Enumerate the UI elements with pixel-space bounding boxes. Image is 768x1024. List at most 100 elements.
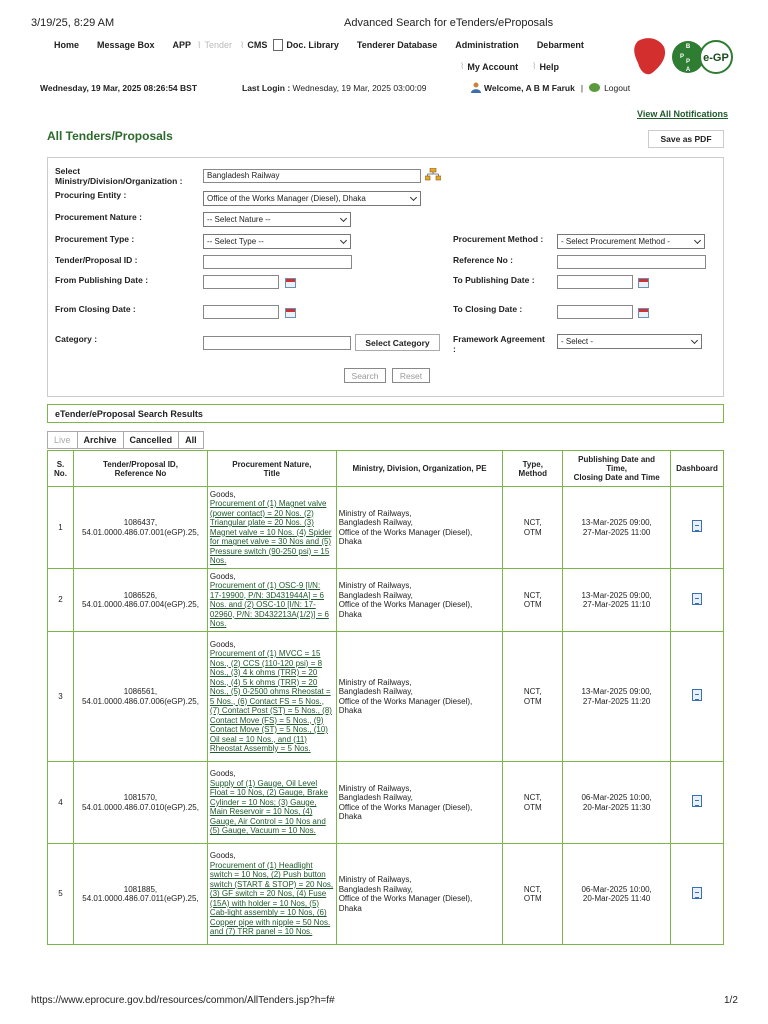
tender-title-link[interactable]: Procurement of (1) MVCC = 15 Nos., (2) C… xyxy=(210,649,334,754)
tender-title-link[interactable]: Procurement of (1) OSC-9 [I/N: 17-19900,… xyxy=(210,581,334,629)
framework-agreement-select[interactable]: - Select - xyxy=(557,334,702,349)
current-datetime: Wednesday, 19 Mar, 2025 08:26:54 BST xyxy=(40,83,198,93)
procurement-method-select[interactable]: - Select Procurement Method - xyxy=(557,234,705,249)
row-sno: 1 xyxy=(47,486,74,569)
from-closing-date-input[interactable] xyxy=(203,305,279,319)
nav-administration[interactable]: Administration xyxy=(455,40,519,50)
tab-live[interactable]: Live xyxy=(47,431,77,449)
table-row: 3 1086561, 54.01.0000.486.07.006(eGP).25,… xyxy=(47,631,724,762)
tender-id-input[interactable] xyxy=(203,255,352,269)
from-publishing-date-input[interactable] xyxy=(203,275,279,289)
tender-title-link[interactable]: Supply of (1) Gauge, Oil Level Float = 1… xyxy=(210,779,334,836)
nav-my-account[interactable]: ⌇ My Account xyxy=(460,61,518,72)
reset-button[interactable]: Reset xyxy=(392,368,430,383)
to-publishing-date-label: To Publishing Date : xyxy=(453,275,535,285)
nav-message-box[interactable]: Message Box xyxy=(97,40,155,50)
svg-text:P: P xyxy=(680,54,684,60)
procurement-type-value: -- Select Type -- xyxy=(207,237,264,246)
method-label: Procurement Method : xyxy=(453,234,544,244)
svg-text:B: B xyxy=(686,44,691,50)
dashboard-icon[interactable] xyxy=(692,592,702,605)
nav-tenderer-database[interactable]: Tenderer Database xyxy=(357,40,437,50)
print-title: Advanced Search for eTenders/eProposals xyxy=(344,17,554,29)
organization-tree-icon[interactable] xyxy=(425,168,441,181)
category-input[interactable] xyxy=(203,336,351,350)
print-date: 3/19/25, 8:29 AM xyxy=(31,17,115,29)
ministry-label-line1: Select xyxy=(55,166,81,176)
tender-id-label: Tender/Proposal ID : xyxy=(55,255,138,265)
svg-text:P: P xyxy=(686,59,690,65)
row-sno: 3 xyxy=(47,631,74,762)
nav-cms[interactable]: ⌇ CMS xyxy=(240,40,267,51)
dashboard-icon[interactable] xyxy=(692,886,702,899)
procuring-entity-select[interactable]: Office of the Works Manager (Diesel), Dh… xyxy=(203,191,421,206)
last-login-value: Wednesday, 19 Mar, 2025 03:00:09 xyxy=(292,83,427,93)
view-all-notifications-link[interactable]: View All Notifications xyxy=(637,109,728,119)
logout-link[interactable]: Logout xyxy=(604,83,630,93)
nav-debarment[interactable]: Debarment xyxy=(537,40,584,50)
nav-doc-library[interactable]: Doc. Library xyxy=(273,39,339,51)
tab-cancelled[interactable]: Cancelled xyxy=(122,431,179,449)
row-dates: 06-Mar-2025 10:00, 20-Mar-2025 11:40 xyxy=(562,843,671,945)
row-dashboard xyxy=(670,631,724,762)
account-icon: ⌇ xyxy=(460,61,465,71)
search-button[interactable]: Search xyxy=(344,368,386,383)
nav-help[interactable]: ⌇ Help xyxy=(532,61,559,72)
dashboard-icon[interactable] xyxy=(692,795,702,808)
procurement-type-select[interactable]: -- Select Type -- xyxy=(203,234,351,249)
page-title: All Tenders/Proposals xyxy=(47,129,173,143)
column-header-sno: S. No. xyxy=(47,450,74,487)
framework-agreement-label-line2: : xyxy=(453,344,456,354)
to-publishing-date-input[interactable] xyxy=(557,275,633,289)
table-header-row: S. No. Tender/Proposal ID, Reference No Pr… xyxy=(47,450,724,487)
nav-home[interactable]: Home xyxy=(54,40,79,50)
help-icon: ⌇ xyxy=(532,61,537,71)
reference-no-label: Reference No : xyxy=(453,255,513,265)
row-type-method: NCT, OTM xyxy=(502,843,564,945)
to-closing-date-input[interactable] xyxy=(557,305,633,319)
calendar-icon[interactable] xyxy=(638,308,649,318)
row-type-method: NCT, OTM xyxy=(502,761,564,844)
last-login-label: Last Login : xyxy=(242,83,291,93)
tender-title-link[interactable]: Procurement of (1) Headlight switch = 10… xyxy=(210,861,334,937)
calendar-icon[interactable] xyxy=(638,278,649,288)
row-tender-id: 1086526, 54.01.0000.486.07.004(eGP).25, xyxy=(72,568,208,632)
tender-title-link[interactable]: Procurement of (1) Magnet valve (power c… xyxy=(210,499,334,566)
select-category-button[interactable]: Select Category xyxy=(355,334,440,351)
nav-my-account-label: My Account xyxy=(467,61,519,72)
last-login: Last Login : Wednesday, 19 Mar, 2025 03:… xyxy=(242,83,426,93)
type-label: Procurement Type : xyxy=(55,234,135,244)
results-header: eTender/eProposal Search Results xyxy=(47,404,724,423)
column-header-nature-title: Procurement Nature, Title xyxy=(206,450,337,487)
row-type-method: NCT, OTM xyxy=(502,486,564,569)
tab-all[interactable]: All xyxy=(178,431,204,449)
tab-archive[interactable]: Archive xyxy=(76,431,123,449)
nav-tender[interactable]: ⌇ Tender xyxy=(197,40,232,51)
calendar-icon[interactable] xyxy=(285,308,296,318)
logout-icon[interactable] xyxy=(589,83,601,92)
category-label: Category : xyxy=(55,334,98,344)
row-dashboard xyxy=(670,486,724,569)
print-url: https://www.eprocure.gov.bd/resources/co… xyxy=(31,995,335,1006)
row-nature-title: Goods, Procurement of (1) MVCC = 15 Nos.,… xyxy=(206,631,337,762)
chevron-down-icon xyxy=(409,193,418,202)
chevron-down-icon xyxy=(690,336,699,345)
nav-help-label: Help xyxy=(539,61,559,72)
save-as-pdf-button[interactable]: Save as PDF xyxy=(648,130,724,148)
table-row: 1 1086437, 54.01.0000.486.07.001(eGP).25,… xyxy=(47,486,724,569)
row-dashboard xyxy=(670,843,724,945)
table-row: 2 1086526, 54.01.0000.486.07.004(eGP).25,… xyxy=(47,568,724,632)
procurement-nature-select[interactable]: -- Select Nature -- xyxy=(203,212,351,227)
dashboard-icon[interactable] xyxy=(692,520,702,533)
procurement-method-value: - Select Procurement Method - xyxy=(561,237,670,246)
ministry-input[interactable]: Bangladesh Railway xyxy=(203,169,421,183)
reference-no-input[interactable] xyxy=(557,255,706,269)
svg-text:e-GP: e-GP xyxy=(703,52,729,64)
column-header-dashboard: Dashboard xyxy=(670,450,724,487)
row-nature-title: Goods, Procurement of (1) Magnet valve (p… xyxy=(206,486,337,569)
nav-app[interactable]: APP xyxy=(173,40,192,50)
dashboard-icon[interactable] xyxy=(692,689,702,702)
calendar-icon[interactable] xyxy=(285,278,296,288)
from-publishing-date-label: From Publishing Date : xyxy=(55,275,149,285)
row-nature-title: Goods, Supply of (1) Gauge, Oil Level Flo… xyxy=(206,761,337,844)
